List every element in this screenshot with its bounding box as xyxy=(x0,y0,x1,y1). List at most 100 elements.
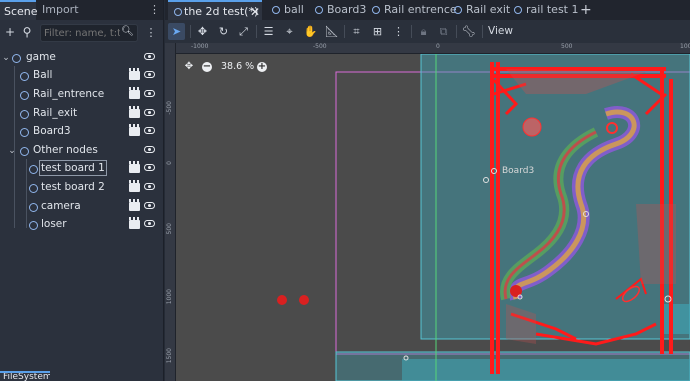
close-icon[interactable]: ✕ xyxy=(250,2,260,22)
node2d-icon xyxy=(514,6,522,14)
visibility-eye-icon[interactable] xyxy=(144,202,155,209)
lock-icon[interactable]: 🔒︎ xyxy=(415,23,432,40)
ruler-horizontal: -1000 -500 0 500 1000 xyxy=(175,43,690,54)
scale-tool-icon[interactable]: ⤢ xyxy=(235,23,252,40)
filter-input[interactable] xyxy=(44,26,120,40)
ruler-vertical: -500 0 500 1000 1500 xyxy=(165,43,176,381)
node2d-icon xyxy=(29,203,38,212)
viewport-2d[interactable]: ✥ − 38.6 % + Board3 xyxy=(176,54,690,381)
tree-label: camera xyxy=(41,200,81,212)
tree-row-test-board-1[interactable]: test board 1 xyxy=(0,160,162,179)
tab-rail-exit[interactable]: Rail exit xyxy=(454,0,510,20)
group-icon[interactable]: ⧉ xyxy=(435,23,452,40)
node2d-icon xyxy=(372,6,380,14)
tab-board3[interactable]: Board3 xyxy=(315,0,370,20)
area-shape xyxy=(664,304,690,334)
visibility-eye-icon[interactable] xyxy=(144,71,155,78)
tab-the-2d-test[interactable]: the 2d test(*) ✕ xyxy=(168,0,262,20)
scene-dock-tabs: Scene Import ⋮ xyxy=(0,0,163,20)
zoom-out-icon[interactable]: − xyxy=(202,62,212,72)
ruler-tick-label: -500 xyxy=(313,43,327,50)
open-scene-icon[interactable] xyxy=(129,106,140,118)
tree-row-board3[interactable]: Board3 xyxy=(0,123,162,142)
toolbar-separator xyxy=(411,25,412,38)
node2d-icon xyxy=(272,6,280,14)
open-scene-icon[interactable] xyxy=(129,124,140,136)
tab-rail-entrence[interactable]: Rail entrence xyxy=(372,0,457,20)
area-shape xyxy=(420,54,690,340)
node2d-icon xyxy=(20,91,29,100)
ruler-tick-label: 500 xyxy=(561,43,573,50)
tree-label: loser xyxy=(41,218,67,230)
ruler-tick-label: -500 xyxy=(166,101,173,115)
view-menu-button[interactable]: View xyxy=(488,23,513,40)
open-scene-icon[interactable] xyxy=(129,87,140,99)
chevron-down-icon[interactable]: ⌄ xyxy=(1,50,11,66)
open-scene-icon[interactable] xyxy=(129,217,140,229)
tree-row-test-board-2[interactable]: test board 2 xyxy=(0,179,162,198)
smart-snap-icon[interactable]: ⌗ xyxy=(348,23,365,40)
tree-row-other-nodes[interactable]: ⌄ Other nodes xyxy=(0,142,162,161)
area-shape xyxy=(402,359,690,381)
dock-menu-icon[interactable]: ⋮ xyxy=(149,3,160,17)
tree-row-rail-entrence[interactable]: Rail_entrence xyxy=(0,86,162,105)
visibility-eye-icon[interactable] xyxy=(144,53,155,60)
pan-tool-icon[interactable]: ✋ xyxy=(302,23,319,40)
canvas-node-label: Board3 xyxy=(502,166,535,176)
rotate-tool-icon[interactable]: ↻ xyxy=(215,23,232,40)
tab-rail-test-1[interactable]: rail test 1 xyxy=(514,0,579,20)
visibility-eye-icon[interactable] xyxy=(144,109,155,116)
tree-label: test board 2 xyxy=(41,181,105,193)
list-select-icon[interactable]: ☰ xyxy=(260,23,277,40)
zoom-level[interactable]: 38.6 % xyxy=(221,61,254,73)
tab-label: rail test 1 xyxy=(526,3,579,16)
tree-label: Board3 xyxy=(33,125,71,137)
visibility-eye-icon[interactable] xyxy=(144,90,155,97)
chevron-down-icon[interactable]: ⌄ xyxy=(7,143,17,159)
link-icon[interactable]: ⚲ xyxy=(20,24,34,40)
add-tab-icon[interactable]: + xyxy=(580,1,592,19)
grid-snap-icon[interactable]: ⊞ xyxy=(369,23,386,40)
bumper xyxy=(522,117,542,137)
scene-drawing xyxy=(277,54,690,381)
move-tool-icon[interactable]: ✥ xyxy=(194,23,211,40)
tree-label: Rail_entrence xyxy=(33,88,105,100)
node-marker xyxy=(299,295,309,305)
tab-label: the 2d test(*) xyxy=(184,5,259,18)
tab-scene[interactable]: Scene xyxy=(0,0,38,20)
ruler-tool-icon[interactable]: 📐︎ xyxy=(323,23,340,40)
visibility-eye-icon[interactable] xyxy=(144,183,155,190)
ruler-tick-label: 0 xyxy=(166,161,173,165)
open-scene-icon[interactable] xyxy=(129,180,140,192)
tree-row-loser[interactable]: loser xyxy=(0,216,162,235)
skeleton-icon[interactable]: 🦴︎ xyxy=(460,23,477,40)
tab-filesystem[interactable]: FileSystem xyxy=(0,371,50,381)
node2d-icon xyxy=(20,128,29,137)
filter-box: 🔍︎ xyxy=(40,24,138,42)
node2d-icon xyxy=(174,8,182,16)
move-view-icon[interactable]: ✥ xyxy=(183,61,195,73)
tab-import[interactable]: Import xyxy=(42,0,79,20)
filter-menu-icon[interactable]: ⋮ xyxy=(145,25,157,41)
toolbar-separator xyxy=(344,25,345,38)
tree-row-camera[interactable]: camera xyxy=(0,198,162,217)
open-scene-icon[interactable] xyxy=(129,68,140,80)
node2d-icon xyxy=(29,184,38,193)
tree-row-ball[interactable]: Ball xyxy=(0,67,162,86)
tab-label: ball xyxy=(284,3,304,16)
tree-row-game[interactable]: ⌄ game xyxy=(0,49,162,68)
tree-row-rail-exit[interactable]: Rail_exit xyxy=(0,105,162,124)
pivot-tool-icon[interactable]: ⌖ xyxy=(281,23,298,40)
ruler-tick-label: 1000 xyxy=(166,289,173,305)
open-scene-icon[interactable] xyxy=(129,161,140,173)
more-options-icon[interactable]: ⋮ xyxy=(390,23,407,40)
add-node-icon[interactable]: + xyxy=(3,24,17,40)
node2d-icon xyxy=(20,147,29,156)
select-tool-icon[interactable]: ➤ xyxy=(168,23,185,40)
visibility-eye-icon[interactable] xyxy=(144,146,155,153)
open-scene-icon[interactable] xyxy=(129,199,140,211)
zoom-in-icon[interactable]: + xyxy=(257,62,267,72)
visibility-eye-icon[interactable] xyxy=(144,220,155,227)
visibility-eye-icon[interactable] xyxy=(144,127,155,134)
visibility-eye-icon[interactable] xyxy=(144,164,155,171)
